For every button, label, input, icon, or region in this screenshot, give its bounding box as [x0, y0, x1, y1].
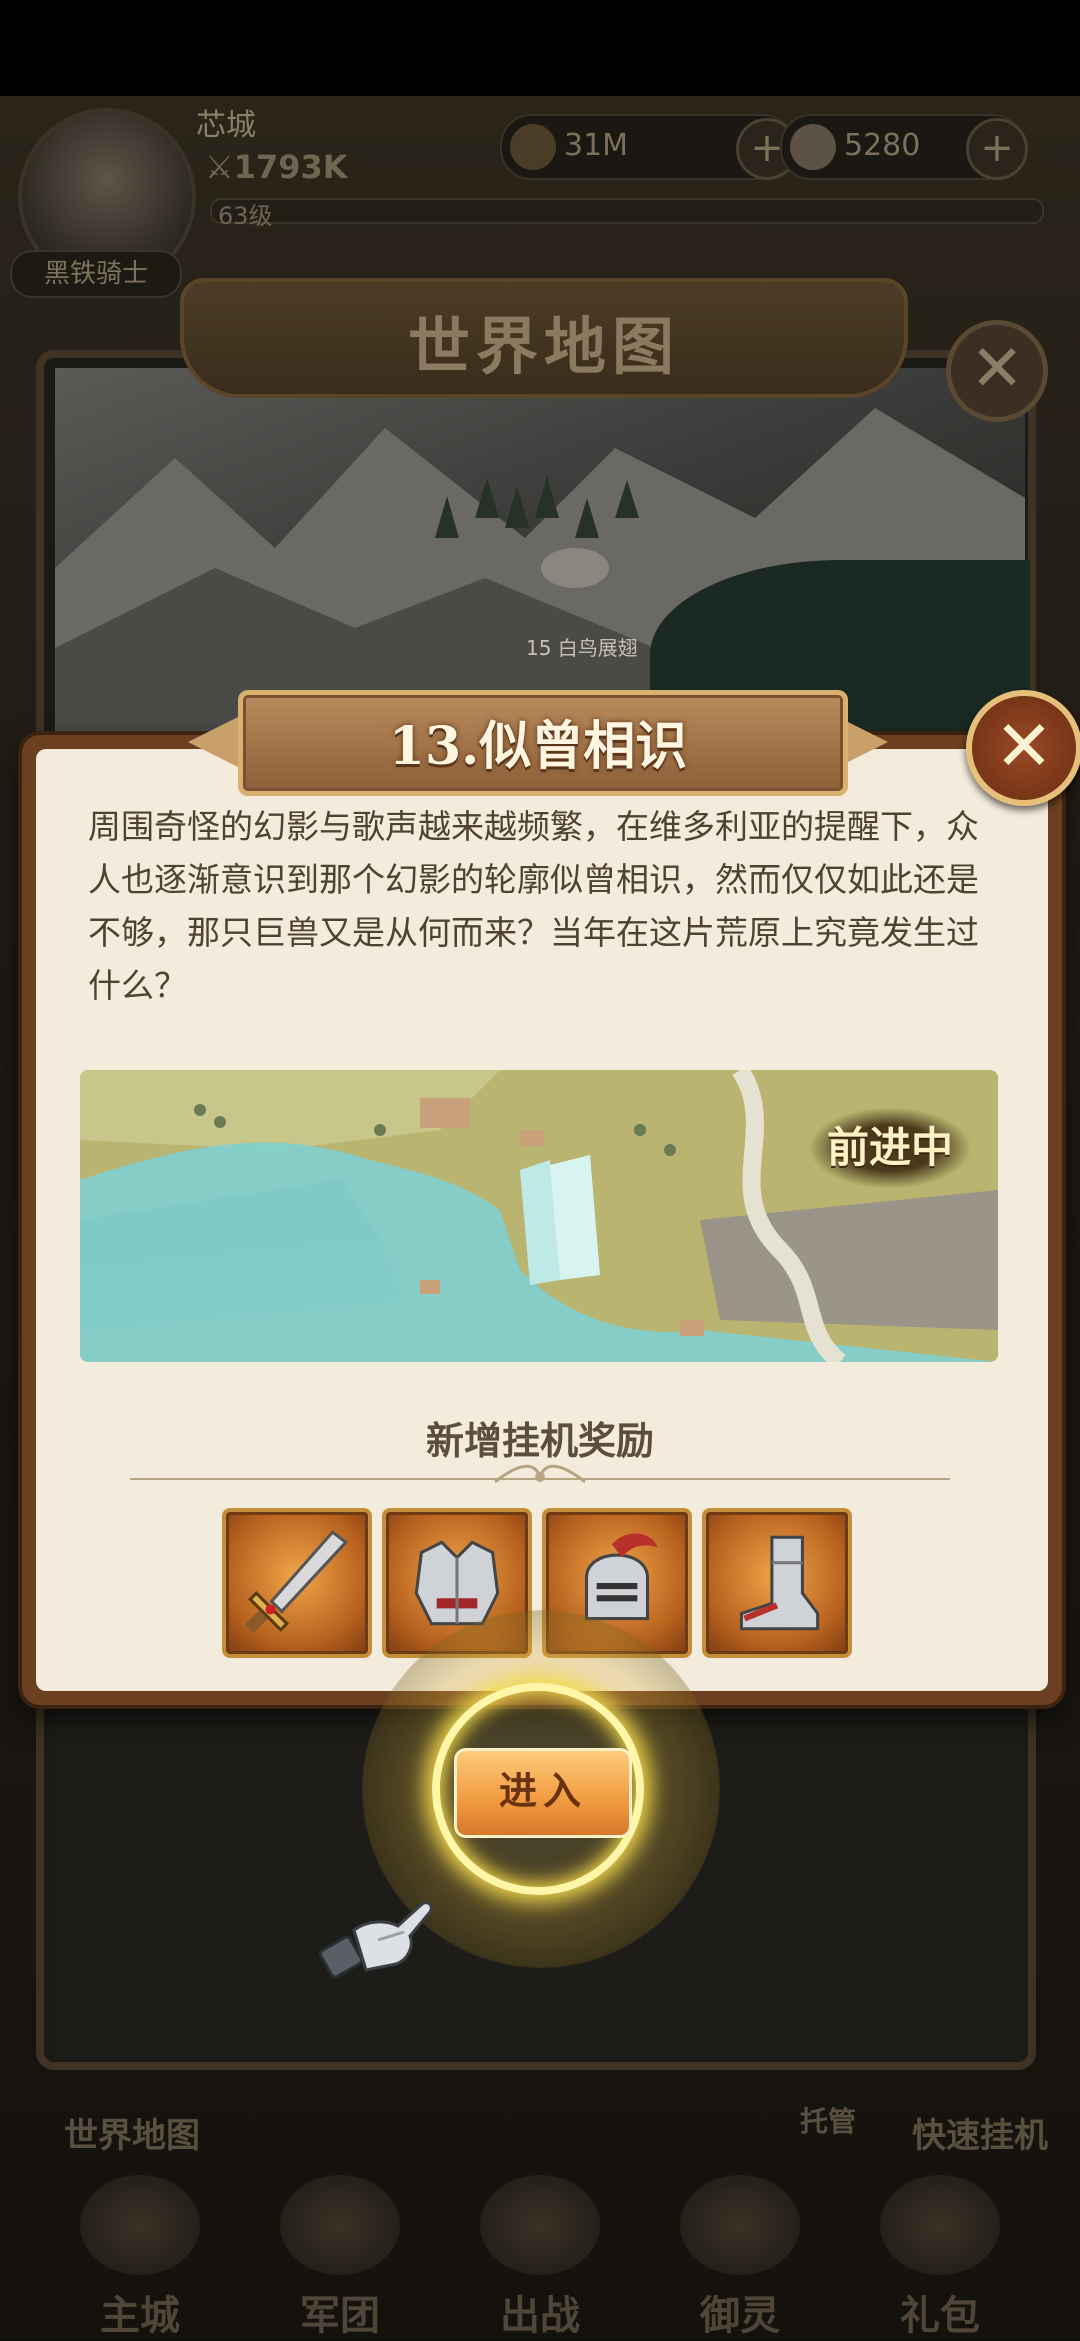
- player-name: 芯城: [196, 108, 256, 143]
- spirit-icon: [680, 2175, 800, 2275]
- battle-icon: [480, 2175, 600, 2275]
- legion-icon: [280, 2175, 400, 2275]
- quick-idle-label[interactable]: 快速挂机: [912, 2108, 1048, 2157]
- reward-section-title: 新增挂机奖励: [425, 1419, 654, 1463]
- power-value: ⚔1793K: [205, 148, 348, 186]
- gold-value: 31M: [564, 128, 629, 163]
- reward-item-boots[interactable]: [702, 1508, 852, 1658]
- divider-ornament: [494, 1464, 586, 1484]
- stage-title: 13.似曾相识: [388, 716, 688, 777]
- gift-icon: [880, 2175, 1000, 2275]
- world-map-title: 世界地图: [407, 310, 680, 383]
- reward-item-sword[interactable]: [222, 1508, 372, 1658]
- world-map-shortcut-label[interactable]: 世界地图: [64, 2108, 200, 2157]
- auto-label[interactable]: 托管: [800, 2100, 856, 2140]
- gold-coin-icon: [510, 124, 556, 170]
- tab-main-city[interactable]: 主城: [45, 2175, 235, 2340]
- status-badge: 前进中: [810, 1108, 970, 1188]
- sword-icon: [244, 1530, 349, 1634]
- tab-gift[interactable]: 礼包: [845, 2175, 1035, 2340]
- add-gem-button[interactable]: +: [966, 118, 1028, 180]
- gem-value: 5280: [844, 128, 921, 163]
- boots-icon: [739, 1535, 820, 1631]
- power-icon: ⚔: [205, 148, 234, 186]
- world-map-close-button[interactable]: ✕: [946, 320, 1048, 422]
- gem-resource: 5280 +: [780, 114, 1028, 180]
- tab-battle[interactable]: 出战: [445, 2175, 635, 2340]
- player-level: 63级: [218, 202, 273, 230]
- close-icon[interactable]: ✕: [966, 690, 1080, 806]
- gem-icon: [790, 124, 836, 170]
- tab-legion[interactable]: 军团: [245, 2175, 435, 2340]
- castle-icon: [80, 2175, 200, 2275]
- stage-description: 周围奇怪的幻影与歌声越来越频繁，在维多利亚的提醒下，众人也逐渐意识到那个幻影的轮…: [88, 807, 979, 1005]
- status-bar: [0, 0, 1080, 96]
- map-node-label[interactable]: 15 白鸟展翅: [526, 632, 638, 661]
- player-title: 黑铁骑士: [10, 250, 182, 298]
- gold-resource: 31M +: [500, 114, 798, 180]
- stage-title-ribbon: 13.似曾相识: [188, 690, 888, 796]
- world-map-header: 世界地图: [180, 278, 908, 398]
- enter-stage-button[interactable]: 进入: [454, 1748, 632, 1838]
- tab-spirit[interactable]: 御灵: [645, 2175, 835, 2340]
- xp-bar: [210, 198, 1044, 224]
- pointing-hand-icon: [318, 1901, 433, 1979]
